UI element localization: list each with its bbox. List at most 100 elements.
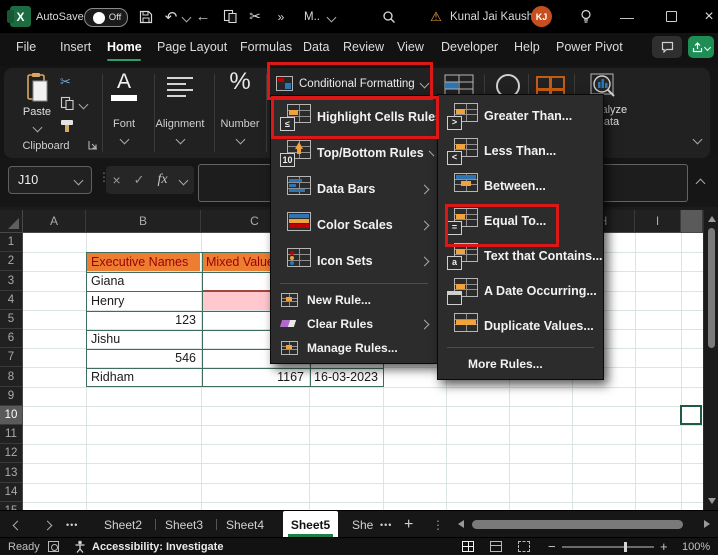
ribbon-collapse-chevron-icon[interactable] xyxy=(693,135,703,145)
menu-item-more-rules[interactable]: More Rules... xyxy=(438,352,603,376)
autosave-toggle[interactable]: Off xyxy=(84,8,128,27)
row-header-14[interactable]: 14 xyxy=(0,483,23,502)
select-all-corner[interactable] xyxy=(0,210,23,233)
column-header-a[interactable]: A xyxy=(23,210,86,233)
clipboard-dialog-launcher[interactable] xyxy=(88,140,98,150)
menu-item-icon-sets[interactable]: Icon Sets xyxy=(271,243,437,279)
cancel-entry-button[interactable]: × xyxy=(112,172,120,188)
search-button[interactable] xyxy=(380,0,398,33)
tab-home[interactable]: Home xyxy=(107,33,142,61)
zoom-in-button[interactable]: + xyxy=(660,539,668,554)
row-header-4[interactable]: 4 xyxy=(0,291,23,310)
tab-sheet4[interactable]: Sheet4 xyxy=(226,511,264,538)
cell-b8[interactable]: Ridham xyxy=(87,368,200,387)
tab-scroll-right-icon[interactable] xyxy=(43,521,53,531)
cell-b3[interactable]: Giana xyxy=(87,272,200,291)
back-arrow-button[interactable]: ← xyxy=(194,0,212,33)
tab-formulas[interactable]: Formulas xyxy=(240,33,292,61)
menu-item-text-that-contains[interactable]: a Text that Contains... xyxy=(438,238,603,273)
row-header-12[interactable]: 12 xyxy=(0,444,23,463)
cut-button[interactable]: ✂ xyxy=(246,0,264,33)
zoom-slider-track[interactable] xyxy=(562,546,654,548)
zoom-level[interactable]: 100% xyxy=(682,541,710,553)
tab-help[interactable]: Help xyxy=(514,33,540,61)
alignment-group-chevron-icon[interactable] xyxy=(176,135,186,145)
formula-bar-expand-chevron-icon[interactable] xyxy=(696,179,706,189)
tab-list-menu-button[interactable]: ⋮ xyxy=(432,511,444,538)
menu-item-manage-rules[interactable]: Manage Rules... xyxy=(271,336,437,360)
menu-item-duplicate-values[interactable]: Duplicate Values... xyxy=(438,308,603,343)
row-header-1[interactable]: 1 xyxy=(0,233,23,252)
window-menu-button[interactable]: M.. xyxy=(304,0,320,33)
cell-b6[interactable]: Jishu xyxy=(87,330,200,348)
tab-overflow-left[interactable]: ••• xyxy=(66,511,78,538)
scroll-down-icon[interactable] xyxy=(708,498,716,504)
tab-page-layout[interactable]: Page Layout xyxy=(157,33,227,61)
vertical-scrollbar[interactable] xyxy=(703,210,718,510)
format-painter-button[interactable] xyxy=(59,118,76,134)
menu-item-between[interactable]: Between... xyxy=(438,168,603,203)
name-box[interactable]: J10 xyxy=(8,166,92,194)
alignment-button[interactable] xyxy=(166,76,194,98)
column-header-j[interactable] xyxy=(681,210,703,233)
fx-chevron-icon[interactable] xyxy=(179,175,189,185)
save-button[interactable] xyxy=(138,0,154,33)
row-header-11[interactable]: 11 xyxy=(0,425,23,444)
user-avatar[interactable]: KJ xyxy=(531,6,552,27)
tab-file[interactable]: File xyxy=(16,33,36,61)
quick-access-overflow-button[interactable]: » xyxy=(274,0,288,33)
menu-item-top-bottom-rules[interactable]: 10 Top/Bottom Rules xyxy=(271,135,437,171)
menu-item-equal-to[interactable]: = Equal To... xyxy=(438,203,603,238)
macro-record-icon[interactable] xyxy=(48,541,59,552)
comments-button[interactable] xyxy=(652,36,682,58)
insert-function-button[interactable]: fx xyxy=(157,172,167,188)
tab-power-pivot[interactable]: Power Pivot xyxy=(556,33,623,61)
row-header-9[interactable]: 9 xyxy=(0,387,23,406)
row-header-5[interactable]: 5 xyxy=(0,310,23,329)
cell-d8[interactable]: 16-03-2023 xyxy=(310,368,382,387)
menu-item-color-scales[interactable]: Color Scales xyxy=(271,207,437,243)
tab-insert[interactable]: Insert xyxy=(60,33,91,61)
tab-sheet2[interactable]: Sheet2 xyxy=(104,511,142,538)
row-header-10[interactable]: 10 xyxy=(0,406,23,425)
zoom-slider-handle[interactable] xyxy=(624,542,627,552)
cell-b4[interactable]: Henry xyxy=(87,292,200,310)
number-format-button[interactable]: % xyxy=(226,68,254,96)
hscroll-left-icon[interactable] xyxy=(458,520,464,528)
font-settings-button[interactable]: A xyxy=(108,70,140,101)
menu-item-greater-than[interactable]: > Greater Than... xyxy=(438,98,603,133)
row-header-6[interactable]: 6 xyxy=(0,329,23,348)
conditional-formatting-button[interactable]: Conditional Formatting xyxy=(276,72,428,95)
accessibility-status[interactable]: Accessibility: Investigate xyxy=(92,541,223,553)
tab-review[interactable]: Review xyxy=(343,33,384,61)
share-button[interactable] xyxy=(688,36,714,58)
warning-icon[interactable]: ⚠ xyxy=(428,0,444,33)
tab-overflow-right[interactable]: ••• xyxy=(380,511,392,538)
cell-c8[interactable]: 1167 xyxy=(202,368,308,387)
column-header-i[interactable]: I xyxy=(635,210,681,233)
copy-small-button[interactable] xyxy=(60,96,74,111)
hscroll-right-icon[interactable] xyxy=(704,520,710,528)
menu-item-data-bars[interactable]: Data Bars xyxy=(271,171,437,207)
tab-view[interactable]: View xyxy=(397,33,424,61)
menu-item-less-than[interactable]: < Less Than... xyxy=(438,133,603,168)
close-button[interactable]: × xyxy=(700,0,718,33)
minimize-button[interactable]: — xyxy=(618,0,636,33)
row-header-7[interactable]: 7 xyxy=(0,348,23,367)
horizontal-scroll-thumb[interactable] xyxy=(472,520,683,529)
row-header-13[interactable]: 13 xyxy=(0,463,23,483)
tab-sheet3[interactable]: Sheet3 xyxy=(165,511,203,538)
zoom-out-button[interactable]: − xyxy=(548,539,556,554)
tab-developer[interactable]: Developer xyxy=(441,33,498,61)
page-break-view-button[interactable] xyxy=(518,541,530,552)
menu-item-a-date-occurring[interactable]: A Date Occurring... xyxy=(438,273,603,308)
undo-button[interactable]: ↶ xyxy=(160,0,182,33)
row-header-15[interactable]: 15 xyxy=(0,502,23,510)
page-layout-view-button[interactable] xyxy=(490,541,502,552)
cut-button[interactable]: ✂ xyxy=(60,74,71,90)
copy-chevron-icon[interactable] xyxy=(79,100,89,110)
cell-b2[interactable]: Executive Names xyxy=(87,253,200,271)
tips-button[interactable] xyxy=(578,0,594,33)
add-sheet-button[interactable]: + xyxy=(404,511,413,538)
row-header-2[interactable]: 2 xyxy=(0,252,23,271)
